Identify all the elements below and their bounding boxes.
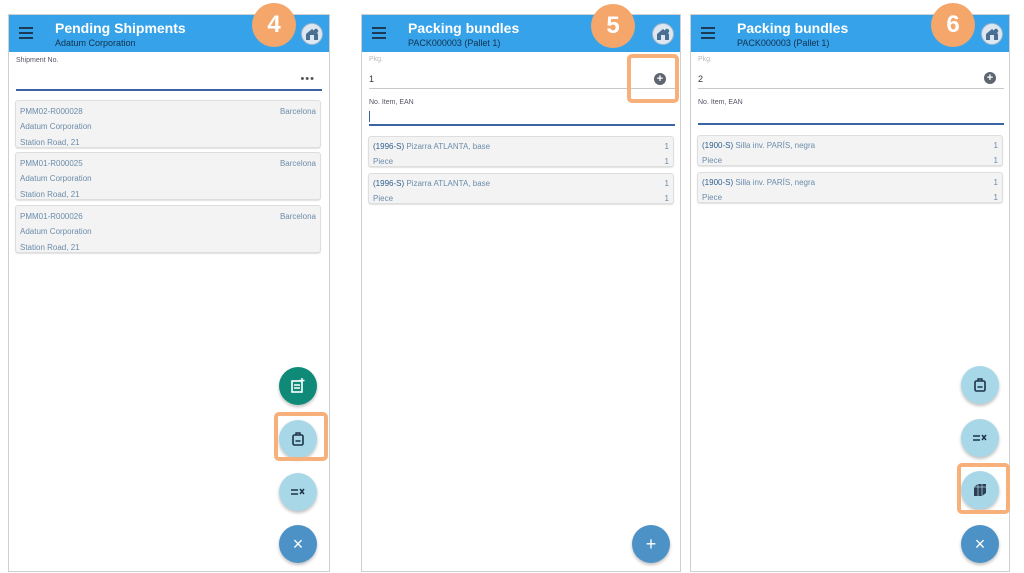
page-subtitle: Adatum Corporation	[55, 38, 136, 48]
new-document-button[interactable]	[279, 367, 317, 405]
shipment-city: Barcelona	[279, 107, 316, 116]
pkg-label: Pkg.	[369, 56, 384, 63]
package-button[interactable]	[961, 366, 999, 404]
item-name: Pizarra ATLANTA, base	[406, 179, 491, 188]
shipment-address: Station Road, 21	[20, 243, 80, 252]
close-icon: ×	[292, 534, 304, 554]
new-document-icon	[291, 378, 305, 393]
item-qty: 1	[664, 179, 669, 188]
shipment-code: PMM01-R000025	[20, 159, 83, 168]
item-qty: 1	[664, 142, 669, 151]
item-qty: 1	[993, 178, 998, 187]
item-code: (1900-S)	[702, 178, 734, 187]
pkg-input[interactable]: 1	[369, 74, 374, 84]
text-cursor	[369, 111, 370, 122]
item-unit-qty: 1	[664, 194, 669, 203]
plus-icon: +	[645, 534, 657, 554]
checklist-icon	[973, 434, 987, 441]
shipment-address: Station Road, 21	[20, 190, 80, 199]
warehouse-home-icon[interactable]	[652, 23, 674, 45]
item-ean-underline	[369, 124, 675, 126]
item-unit-qty: 1	[993, 156, 998, 165]
item-name: Silla inv. PARÍS, negra	[735, 178, 816, 187]
hamburger-menu-icon[interactable]	[372, 27, 386, 39]
close-button[interactable]: ×	[961, 525, 999, 563]
item-unit-qty: 1	[993, 193, 998, 202]
highlight-frame	[627, 54, 679, 103]
item-ean-underline	[698, 123, 1004, 125]
hamburger-menu-icon[interactable]	[19, 27, 33, 39]
page-title: Pending Shipments	[55, 20, 186, 36]
page-subtitle: PACK000003 (Pallet 1)	[737, 38, 830, 48]
shipment-no-underline	[16, 89, 322, 91]
close-button[interactable]: ×	[279, 525, 317, 563]
item-ean-label: No. Item, EAN	[369, 99, 414, 106]
page-subtitle: PACK000003 (Pallet 1)	[408, 38, 501, 48]
item-unit-qty: 1	[664, 157, 669, 166]
shipment-card[interactable]: PMM01-R000025 Barcelona Adatum Corporati…	[15, 152, 321, 200]
item-name: Silla inv. PARÍS, negra	[735, 141, 816, 150]
shipment-address: Station Road, 21	[20, 138, 80, 147]
page-title: Packing bundles	[737, 20, 849, 36]
item-ean-label: No. Item, EAN	[698, 99, 743, 106]
warehouse-home-icon[interactable]	[301, 23, 323, 45]
item-code: (1900-S)	[702, 141, 734, 150]
more-horizontal-icon[interactable]: •••	[300, 73, 315, 85]
shipment-no-label: Shipment No.	[16, 57, 59, 64]
plus-circle-icon[interactable]: +	[984, 72, 996, 84]
item-card[interactable]: (1900-S) Silla inv. PARÍS, negra 1 Piece…	[697, 135, 1003, 166]
item-card[interactable]: (1900-S) Silla inv. PARÍS, negra 1 Piece…	[697, 172, 1003, 203]
item-unit: Piece	[702, 193, 723, 202]
pkg-label: Pkg.	[698, 56, 713, 63]
shipment-customer: Adatum Corporation	[20, 122, 92, 131]
checklist-button[interactable]	[961, 419, 999, 457]
step-badge: 5	[591, 4, 635, 48]
screen-pending-shipments: Pending Shipments Adatum Corporation Shi…	[8, 14, 330, 572]
shipment-customer: Adatum Corporation	[20, 174, 92, 183]
shipment-code: PMM01-R000026	[20, 212, 83, 221]
item-code: (1996-S)	[373, 179, 405, 188]
item-card[interactable]: (1996-S) Pizarra ATLANTA, base 1 Piece 1	[368, 136, 674, 167]
highlight-frame	[957, 463, 1010, 514]
item-code: (1996-S)	[373, 142, 405, 151]
item-card[interactable]: (1996-S) Pizarra ATLANTA, base 1 Piece 1	[368, 173, 674, 204]
shipment-card[interactable]: PMM02-R000028 Barcelona Adatum Corporati…	[15, 100, 321, 148]
item-qty: 1	[993, 141, 998, 150]
package-icon	[974, 378, 986, 392]
step-badge: 4	[252, 3, 296, 47]
pkg-underline	[698, 88, 1004, 89]
shipment-code: PMM02-R000028	[20, 107, 83, 116]
shipment-card[interactable]: PMM01-R000026 Barcelona Adatum Corporati…	[15, 205, 321, 253]
shipment-customer: Adatum Corporation	[20, 227, 92, 236]
item-name: Pizarra ATLANTA, base	[406, 142, 491, 151]
step-badge: 6	[931, 3, 975, 47]
item-unit: Piece	[373, 194, 394, 203]
page-title: Packing bundles	[408, 20, 520, 36]
hamburger-menu-icon[interactable]	[701, 27, 715, 39]
close-icon: ×	[974, 534, 986, 554]
warehouse-home-icon[interactable]	[981, 23, 1003, 45]
add-button[interactable]: +	[632, 525, 670, 563]
highlight-frame	[274, 412, 328, 461]
pkg-input[interactable]: 2	[698, 74, 703, 84]
item-unit: Piece	[373, 157, 394, 166]
shipment-city: Barcelona	[279, 212, 316, 221]
checklist-icon	[291, 488, 305, 495]
item-unit: Piece	[702, 156, 723, 165]
checklist-button[interactable]	[279, 473, 317, 511]
shipment-city: Barcelona	[279, 159, 316, 168]
